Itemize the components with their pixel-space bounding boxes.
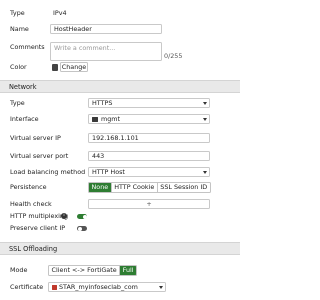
vip-input[interactable]: 192.168.1.101 <box>88 133 210 143</box>
health-check-label: Health check <box>10 200 52 208</box>
interface-label: Interface <box>10 115 39 123</box>
chevron-down-icon <box>203 118 207 121</box>
persistence-option-ssl-session-id[interactable]: SSL Session ID <box>158 183 210 192</box>
multiplex-toggle[interactable] <box>77 214 87 219</box>
health-check-add[interactable]: + <box>88 199 210 209</box>
network-type-value: HTTPS <box>92 99 113 107</box>
lb-method-select[interactable]: HTTP Host <box>88 167 210 177</box>
chevron-down-icon <box>203 102 207 105</box>
vport-input[interactable]: 443 <box>88 151 210 161</box>
name-label: Name <box>10 25 29 33</box>
network-section-header: Network <box>0 80 240 93</box>
interface-value: mgmt <box>101 115 121 123</box>
network-section-title: Network <box>9 83 37 91</box>
info-icon[interactable]: i <box>61 213 67 219</box>
vip-label: Virtual server IP <box>10 134 61 142</box>
interface-select[interactable]: mgmt <box>88 114 210 124</box>
chevron-down-icon <box>159 286 163 289</box>
network-type-select[interactable]: HTTPS <box>88 98 210 108</box>
persistence-option-none[interactable]: None <box>89 183 112 192</box>
ssl-mode-option-client-fortigate[interactable]: Client <-> FortiGate <box>49 266 121 275</box>
multiplex-label: HTTP multiplexing <box>10 212 69 220</box>
network-port-icon <box>92 116 98 122</box>
certificate-select[interactable]: STAR_myinfoseclab_com <box>48 282 166 292</box>
certificate-value: STAR_myinfoseclab_com <box>59 283 138 291</box>
ssl-mode-option-full[interactable]: Full <box>120 266 137 275</box>
name-input[interactable]: HostHeader <box>50 24 162 34</box>
color-change-button[interactable]: Change <box>60 62 88 72</box>
comments-textarea[interactable]: Write a comment... <box>50 42 162 61</box>
color-swatch <box>52 64 58 71</box>
ssl-section-header: SSL Offloading <box>0 242 240 255</box>
preserve-ip-label: Preserve client IP <box>10 224 66 232</box>
color-label: Color <box>10 63 27 71</box>
toggle-knob <box>77 226 82 231</box>
comments-label: Comments <box>10 43 45 51</box>
toggle-knob <box>82 214 87 219</box>
ssl-section-title: SSL Offloading <box>9 245 58 253</box>
persistence-option-http-cookie[interactable]: HTTP Cookie <box>112 183 158 192</box>
lb-method-label: Load balancing method <box>10 168 86 176</box>
type-label: Type <box>10 9 25 17</box>
ssl-mode-label: Mode <box>10 266 28 274</box>
certificate-icon <box>51 284 57 290</box>
persistence-label: Persistence <box>10 183 47 191</box>
type-value: IPv4 <box>53 9 67 17</box>
certificate-label: Certificate <box>10 283 44 291</box>
preserve-ip-toggle[interactable] <box>77 226 87 231</box>
network-type-label: Type <box>10 99 25 107</box>
comments-counter: 0/255 <box>164 52 183 60</box>
persistence-toggle-group: None HTTP Cookie SSL Session ID <box>88 182 211 193</box>
lb-method-value: HTTP Host <box>92 168 125 176</box>
chevron-down-icon <box>203 171 207 174</box>
ssl-mode-toggle-group: Client <-> FortiGate Full <box>48 265 138 276</box>
vport-label: Virtual server port <box>10 152 69 160</box>
